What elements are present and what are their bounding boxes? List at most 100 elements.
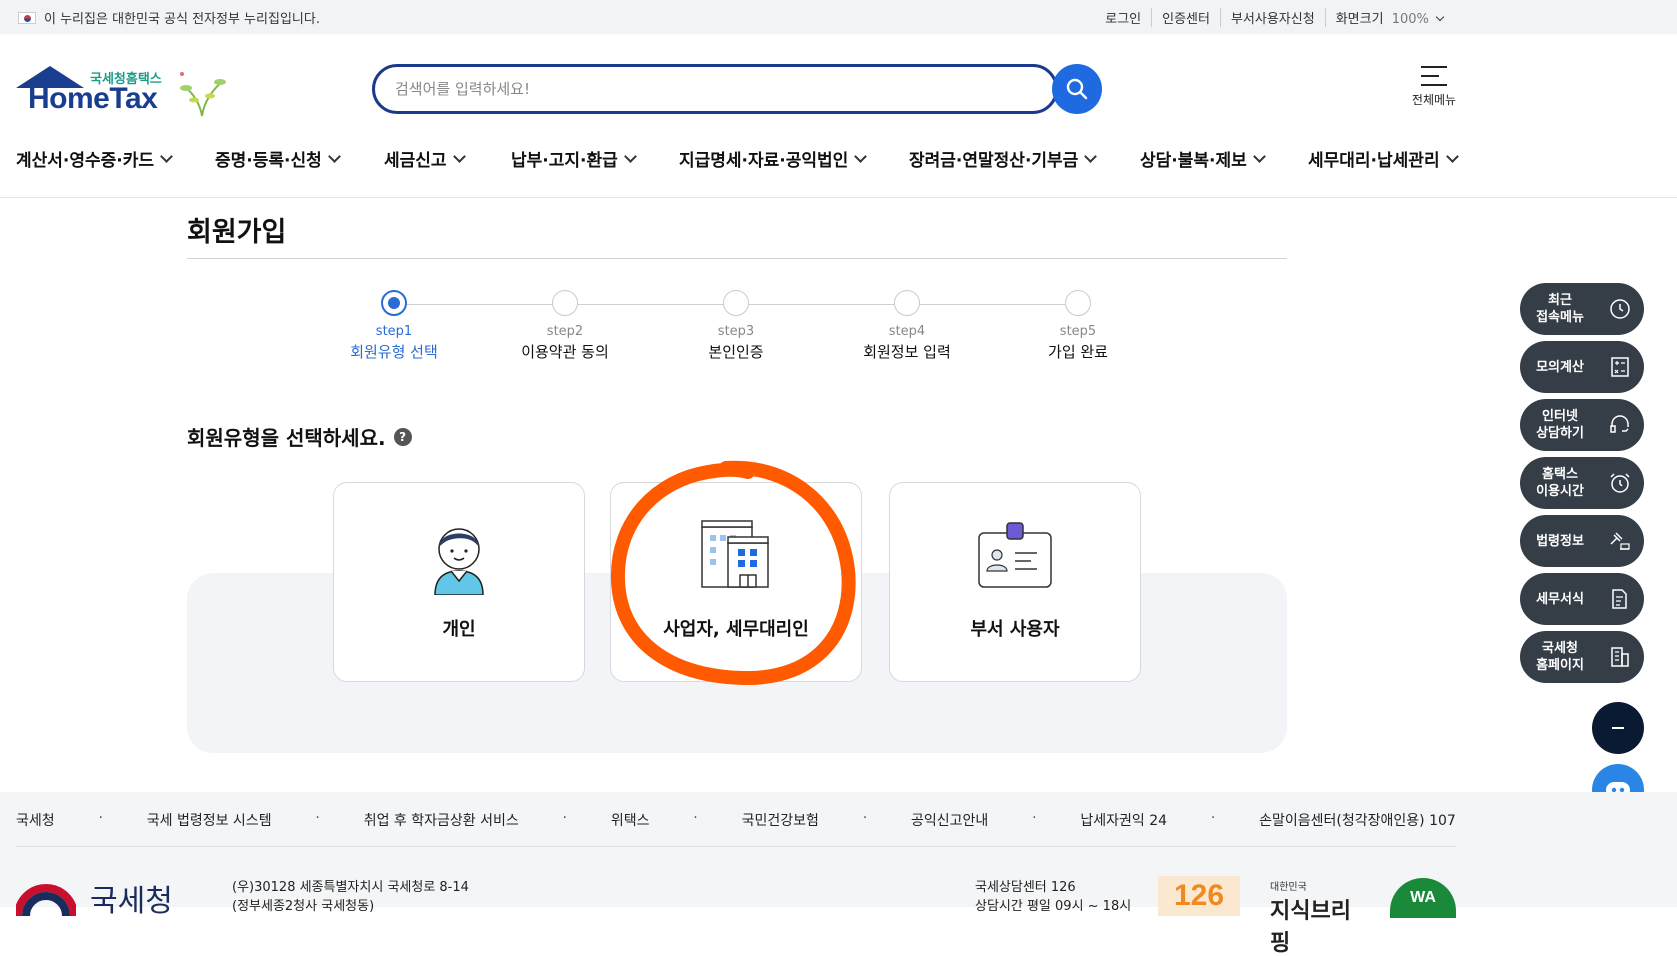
nav-item-payment-statement[interactable]: 지급명세·자료·공익법인 bbox=[679, 146, 868, 171]
footer-separator: · bbox=[315, 810, 320, 826]
logo-eng-text: HomeTax bbox=[28, 82, 158, 115]
gov-banner-text-group: 이 누리집은 대한민국 공식 전자정부 누리집입니다. bbox=[18, 8, 320, 27]
signup-steps: step1 회원유형 선택 step2 이용약관 동의 step3 본인인증 s… bbox=[340, 290, 1140, 370]
nav-label: 증명·등록·신청 bbox=[215, 151, 322, 171]
office-building-icon bbox=[1611, 647, 1629, 667]
quick-label: 국세청 홈페이지 bbox=[1536, 641, 1584, 673]
member-type-business-card[interactable]: 사업자, 세무대리인 bbox=[610, 482, 862, 682]
nav-item-tax-return[interactable]: 세금신고 bbox=[384, 146, 466, 171]
quick-service-hours[interactable]: 홈택스 이용시간 bbox=[1520, 457, 1644, 509]
footer-link[interactable]: 납세자권익 24 bbox=[1080, 810, 1167, 830]
footer-separator: · bbox=[862, 810, 868, 826]
gov-banner-text: 이 누리집은 대한민국 공식 전자정부 누리집입니다. bbox=[44, 12, 320, 27]
cert-center-link[interactable]: 인증센터 bbox=[1152, 8, 1221, 27]
step-label: 회원유형 선택 bbox=[350, 343, 438, 361]
nav-item-incentive[interactable]: 장려금·연말정산·기부금 bbox=[909, 146, 1098, 171]
quick-label: 법령정보 bbox=[1536, 533, 1584, 549]
headset-icon bbox=[1610, 415, 1629, 433]
quick-nts-homepage[interactable]: 국세청 홈페이지 bbox=[1520, 631, 1644, 683]
step-2: step2 이용약관 동의 bbox=[495, 290, 635, 362]
all-menu-button[interactable]: 전체메뉴 bbox=[1404, 64, 1464, 116]
card-label: 사업자, 세무대리인 bbox=[663, 619, 809, 640]
dept-user-apply-link[interactable]: 부서사용자신청 bbox=[1221, 8, 1326, 27]
person-icon bbox=[434, 528, 484, 595]
nav-label: 계산서·영수증·카드 bbox=[16, 151, 155, 171]
footer-link[interactable]: 국민건강보험 bbox=[742, 810, 819, 830]
quick-mock-calc[interactable]: 모의계산 bbox=[1520, 341, 1644, 393]
quick-label: 모의계산 bbox=[1536, 359, 1584, 375]
login-link[interactable]: 로그인 bbox=[1095, 8, 1153, 27]
footer: 국세청 · 국세 법령정보 시스템 · 취업 후 학자금상환 서비스 · 위택스 · 국… bbox=[0, 792, 1677, 956]
footer-link[interactable]: 위택스 bbox=[611, 810, 650, 830]
footer-separator: · bbox=[98, 810, 103, 826]
search-input[interactable] bbox=[393, 77, 993, 101]
nts-seal-icon bbox=[16, 884, 76, 916]
badge-126-logo[interactable]: 126 bbox=[1158, 876, 1240, 916]
quick-label: 최근 접속메뉴 bbox=[1536, 293, 1584, 325]
chevron-down-icon bbox=[854, 149, 868, 163]
step-label: 이용약관 동의 bbox=[521, 343, 609, 361]
member-type-personal-card[interactable]: 개인 bbox=[333, 482, 585, 682]
footer-link[interactable]: 국세청 bbox=[16, 810, 55, 830]
member-type-dept-user-card[interactable]: 부서 사용자 bbox=[889, 482, 1141, 682]
all-menu-label: 전체메뉴 bbox=[1411, 93, 1457, 107]
nav-label: 장려금·연말정산·기부금 bbox=[909, 151, 1079, 171]
nav-item-tax-agent[interactable]: 세무대리·납세관리 bbox=[1308, 146, 1459, 171]
nav-item-payment[interactable]: 납부·고지·환급 bbox=[511, 146, 637, 171]
step-dot bbox=[552, 290, 578, 316]
footer-link[interactable]: 손말이음센터(청각장애인용) 107 bbox=[1259, 810, 1456, 830]
korea-flag-icon bbox=[18, 11, 36, 24]
step-dot bbox=[894, 290, 920, 316]
id-card-icon bbox=[978, 522, 1052, 588]
nav-label: 지급명세·자료·공익법인 bbox=[679, 151, 849, 171]
calculator-icon bbox=[1611, 357, 1629, 377]
nav-item-invoice[interactable]: 계산서·영수증·카드 bbox=[16, 146, 173, 171]
step-number: step4 bbox=[888, 324, 926, 339]
utility-links: 로그인 인증센터 부서사용자신청 화면크기 100% bbox=[1095, 8, 1453, 27]
gov-banner: 이 누리집은 대한민국 공식 전자정부 누리집입니다. 로그인 인증센터 부서사… bbox=[0, 0, 1677, 34]
nav-item-certificate[interactable]: 증명·등록·신청 bbox=[215, 146, 341, 171]
search-button[interactable] bbox=[1052, 64, 1102, 114]
member-type-heading-text: 회원유형을 선택하세요. bbox=[187, 426, 386, 450]
wa-accessibility-mark[interactable]: WA bbox=[1390, 878, 1456, 918]
nav-label: 세금신고 bbox=[384, 151, 447, 171]
chevron-down-icon bbox=[452, 149, 466, 163]
step-label: 회원정보 입력 bbox=[863, 343, 951, 361]
zoom-label: 화면크기 bbox=[1335, 12, 1384, 27]
zoom-control[interactable]: 화면크기 100% bbox=[1326, 8, 1453, 27]
step-4: step4 회원정보 입력 bbox=[837, 290, 977, 362]
step-dot bbox=[723, 290, 749, 316]
help-icon[interactable]: ? bbox=[393, 427, 412, 446]
footer-link[interactable]: 공익신고안내 bbox=[911, 810, 988, 830]
clock-icon bbox=[1610, 299, 1630, 319]
address-line-1: (우)30128 세종특별자치시 국세청로 8-14 bbox=[232, 880, 469, 895]
building-icon bbox=[701, 520, 769, 588]
collapse-button[interactable] bbox=[1592, 702, 1644, 754]
quick-tax-forms[interactable]: 세무서식 bbox=[1520, 573, 1644, 625]
step-dot-active bbox=[381, 290, 407, 316]
briefing-logo[interactable]: 대한민국 지식브리핑 bbox=[1270, 878, 1360, 957]
chevron-down-icon bbox=[1252, 149, 1266, 163]
footer-link[interactable]: 국세 법령정보 시스템 bbox=[147, 810, 272, 830]
card-label: 부서 사용자 bbox=[970, 619, 1060, 640]
chevron-down-icon bbox=[1084, 149, 1098, 163]
step-number: step1 bbox=[375, 324, 413, 339]
quick-label: 세무서식 bbox=[1536, 591, 1584, 607]
hamburger-icon bbox=[1421, 66, 1447, 86]
footer-separator: · bbox=[562, 810, 567, 826]
footer-link[interactable]: 취업 후 학자금상환 서비스 bbox=[364, 810, 519, 830]
quick-recent-menu[interactable]: 최근 접속메뉴 bbox=[1520, 283, 1644, 335]
chevron-down-icon bbox=[1445, 149, 1459, 163]
quick-online-consult[interactable]: 인터넷 상담하기 bbox=[1520, 399, 1644, 451]
card-label: 개인 bbox=[442, 619, 476, 640]
chevron-down-icon bbox=[623, 149, 637, 163]
nav-item-consult[interactable]: 상담·불복·제보 bbox=[1140, 146, 1266, 171]
gavel-icon bbox=[1610, 532, 1630, 550]
nav-label: 상담·불복·제보 bbox=[1140, 151, 1247, 171]
plant-decoration-icon bbox=[180, 72, 226, 117]
minus-icon bbox=[1612, 727, 1624, 729]
quick-law-info[interactable]: 법령정보 bbox=[1520, 515, 1644, 567]
title-divider bbox=[187, 258, 1287, 259]
hometax-logo[interactable]: 국세청홈택스 HomeTax bbox=[16, 64, 231, 122]
alarm-icon bbox=[1610, 473, 1630, 493]
